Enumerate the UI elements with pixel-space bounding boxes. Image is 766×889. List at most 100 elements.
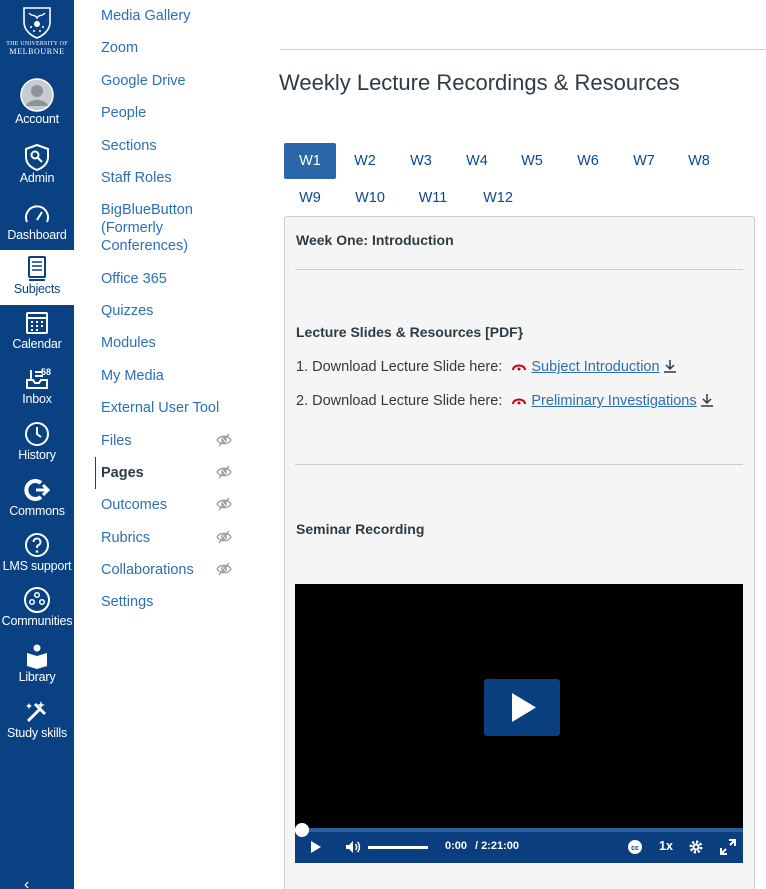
tab-w5[interactable]: W5	[506, 143, 558, 179]
nav-account-label: Account	[15, 112, 59, 126]
seminar-heading: Seminar Recording	[296, 521, 425, 537]
eye-hidden-icon	[216, 465, 232, 479]
eye-hidden-icon	[216, 433, 232, 447]
divider	[295, 269, 743, 270]
download-icon[interactable]	[700, 392, 714, 408]
playback-rate[interactable]: 1x	[659, 839, 673, 853]
nav-inbox[interactable]: 58 Inbox	[0, 364, 74, 418]
bigbluebutton-line-2: (Formerly	[101, 220, 164, 236]
tab-w4[interactable]: W4	[451, 143, 503, 179]
header-divider	[280, 49, 766, 50]
nav-commons[interactable]: Commons	[0, 476, 74, 530]
course-nav-zoom[interactable]: Zoom	[101, 39, 241, 57]
tab-w9[interactable]: W9	[284, 180, 336, 216]
tab-w7[interactable]: W7	[618, 143, 670, 179]
course-nav-external-user-tool[interactable]: External User Tool	[101, 399, 241, 417]
week-heading: Week One: Introduction	[296, 232, 454, 248]
course-nav-media-gallery[interactable]: Media Gallery	[101, 7, 241, 25]
help-icon	[25, 533, 49, 557]
course-nav-sections[interactable]: Sections	[101, 137, 241, 155]
eye-hidden-icon	[216, 497, 232, 511]
nav-communities-label: Communities	[1, 614, 73, 628]
volume-icon[interactable]	[344, 838, 362, 856]
nav-calendar[interactable]: Calendar	[0, 309, 74, 363]
pdf-icon	[512, 398, 527, 405]
nav-lms-support-label: LMS support	[2, 559, 72, 573]
progress-bar[interactable]	[295, 828, 743, 832]
tab-w2[interactable]: W2	[339, 143, 391, 179]
app-root: THE UNIVERSITY OF MELBOURNE Account Admi…	[0, 0, 766, 889]
global-nav: THE UNIVERSITY OF MELBOURNE Account Admi…	[0, 0, 74, 889]
page-title: Weekly Lecture Recordings & Resources	[279, 70, 680, 95]
tab-w8[interactable]: W8	[673, 143, 725, 179]
nav-admin-label: Admin	[19, 171, 55, 185]
captions-icon[interactable]: cc	[626, 838, 644, 856]
gear-icon[interactable]	[688, 838, 704, 856]
nav-communities[interactable]: Communities	[0, 586, 74, 640]
play-icon	[512, 693, 536, 722]
volume-slider[interactable]	[368, 846, 428, 849]
course-nav-people[interactable]: People	[101, 104, 241, 122]
nav-history-label: History	[18, 448, 56, 462]
nav-library[interactable]: Library	[0, 642, 74, 696]
download-2-prefix: 2. Download Lecture Slide here:	[296, 393, 503, 409]
study-skills-icon	[26, 701, 47, 723]
nav-lms-support[interactable]: LMS support	[0, 531, 74, 585]
nav-admin[interactable]: Admin	[0, 143, 74, 197]
nav-calendar-label: Calendar	[12, 337, 62, 351]
shield-icon	[25, 143, 49, 171]
course-nav-modules[interactable]: Modules	[101, 334, 241, 352]
course-nav-staff-roles[interactable]: Staff Roles	[101, 169, 241, 187]
course-nav-settings[interactable]: Settings	[101, 593, 241, 611]
nav-library-label: Library	[18, 670, 56, 684]
tab-w1[interactable]: W1	[284, 143, 336, 179]
download-icon[interactable]	[663, 358, 677, 374]
play-icon[interactable]	[309, 838, 323, 856]
clock-icon	[25, 422, 49, 446]
crest-icon	[23, 7, 51, 39]
avatar-icon	[20, 78, 54, 112]
download-2-link[interactable]: Preliminary Investigations	[531, 393, 696, 409]
nav-commons-label: Commons	[9, 504, 65, 518]
university-logo[interactable]: THE UNIVERSITY OF MELBOURNE	[0, 0, 74, 72]
duration: / 2:21:00	[475, 840, 520, 852]
calendar-icon	[26, 312, 48, 334]
nav-study-skills[interactable]: Study skills	[0, 698, 74, 752]
course-nav-office-365[interactable]: Office 365	[101, 270, 241, 288]
tab-w11[interactable]: W11	[405, 180, 461, 216]
nav-history[interactable]: History	[0, 420, 74, 474]
nav-subjects[interactable]: Subjects	[0, 250, 74, 305]
fullscreen-icon[interactable]	[720, 838, 736, 856]
course-nav-quizzes[interactable]: Quizzes	[101, 302, 241, 320]
course-nav-bigbluebutton[interactable]: BigBlueButton (Formerly Conferences)	[101, 201, 241, 255]
pdf-icon	[512, 364, 527, 371]
current-time: 0:00	[445, 840, 468, 852]
collapse-nav-icon[interactable]: ‹	[24, 876, 29, 889]
big-play-button[interactable]	[484, 679, 560, 736]
video-controls: 0:00 / 2:21:00 cc 1x	[295, 823, 743, 863]
commons-icon	[24, 479, 51, 501]
library-icon	[27, 644, 47, 669]
tab-w3[interactable]: W3	[395, 143, 447, 179]
bigbluebutton-line-3: Conferences)	[101, 238, 189, 254]
download-1-prefix: 1. Download Lecture Slide here:	[296, 359, 503, 375]
nav-dashboard[interactable]: Dashboard	[0, 200, 74, 254]
eye-hidden-icon	[216, 530, 232, 544]
nav-dashboard-label: Dashboard	[7, 228, 67, 242]
download-row-1: 1. Download Lecture Slide here: Subject …	[296, 358, 677, 375]
divider	[295, 464, 743, 465]
communities-icon	[24, 587, 50, 613]
progress-scrubber[interactable]	[295, 823, 309, 837]
video-player[interactable]: 0:00 / 2:21:00 cc 1x	[295, 584, 743, 863]
course-nav-google-drive[interactable]: Google Drive	[101, 72, 241, 90]
tab-w6[interactable]: W6	[562, 143, 614, 179]
nav-inbox-label: Inbox	[22, 392, 52, 406]
tab-w10[interactable]: W10	[342, 180, 398, 216]
tab-w12[interactable]: W12	[470, 180, 526, 216]
course-nav-my-media[interactable]: My Media	[101, 367, 241, 385]
download-1-link[interactable]: Subject Introduction	[531, 359, 659, 375]
nav-account[interactable]: Account	[0, 78, 74, 132]
svg-text:cc: cc	[631, 845, 639, 852]
nav-subjects-label: Subjects	[13, 282, 61, 296]
logo-line-2: MELBOURNE	[9, 47, 65, 56]
